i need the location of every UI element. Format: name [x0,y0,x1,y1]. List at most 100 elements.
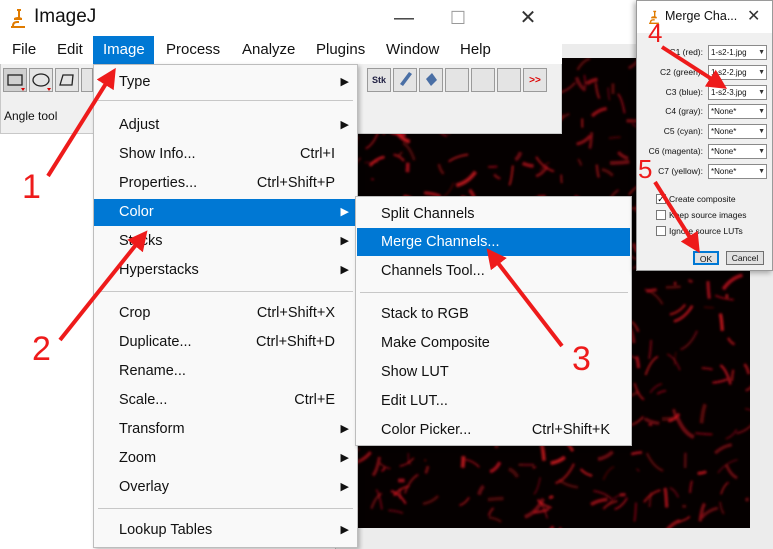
menu-item-crop[interactable]: Crop Ctrl+Shift+X [94,300,357,327]
channel-select-c1[interactable]: 1-s2-1.jpg ▼ [708,45,767,60]
image-texture-stroke [617,93,626,114]
image-texture-stroke [730,369,735,382]
image-texture-stroke [590,106,608,118]
menu-divider [98,100,353,101]
ok-button[interactable]: OK [693,251,719,265]
image-texture-stroke [663,487,669,508]
image-texture-stroke [371,456,382,477]
image-texture-stroke [583,74,587,88]
create-composite-checkbox[interactable]: ✓ [656,194,666,204]
menu-item-rename[interactable]: Rename... [94,358,357,385]
menu-item-hyperstacks[interactable]: Hyperstacks ▶ [94,257,357,284]
oval-tool[interactable] [29,68,53,92]
menu-item-split-channels[interactable]: Split Channels [357,200,630,228]
image-texture-stroke [644,355,659,376]
image-texture-stroke [602,499,618,510]
polygon-tool[interactable] [55,68,79,92]
image-texture-stroke [397,151,404,157]
image-texture-stroke [593,490,613,500]
close-icon[interactable]: ✕ [747,6,760,26]
keep-source-images-checkbox[interactable] [656,210,666,220]
ignore-source-luts-checkbox[interactable] [656,226,666,236]
close-button[interactable]: ✕ [505,4,551,32]
image-texture-stroke [607,87,611,101]
image-texture-stroke [532,466,537,469]
color-submenu: Split Channels Merge Channels... Channel… [355,196,632,446]
menu-file[interactable]: File [4,36,44,64]
more-tools-button[interactable]: >> [523,68,547,92]
channel-select-c7[interactable]: *None* ▼ [708,164,767,179]
menu-item-duplicate[interactable]: Duplicate... Ctrl+Shift+D [94,329,357,356]
menu-item-adjust[interactable]: Adjust ▶ [94,112,357,139]
menu-process[interactable]: Process [158,36,228,64]
image-texture-stroke [680,330,699,351]
freehand-tool[interactable] [81,68,93,92]
menu-item-scale[interactable]: Scale... Ctrl+E [94,387,357,414]
app-title: ImageJ [34,6,97,27]
menu-item-zoom[interactable]: Zoom ▶ [94,445,357,472]
menu-analyze[interactable]: Analyze [234,36,303,64]
image-texture-stroke [576,58,591,71]
menu-item-transform[interactable]: Transform ▶ [94,416,357,443]
image-texture-stroke [643,489,661,503]
menu-divider [360,292,628,293]
image-texture-stroke [688,480,694,494]
menu-image[interactable]: Image [93,36,154,64]
menu-item-stack-to-rgb[interactable]: Stack to RGB [357,300,630,328]
channel-label-c5: C5 (cyan): [663,126,703,136]
image-texture-stroke [645,452,664,472]
annotation-step-5: 5 [638,154,653,184]
channel-select-c2[interactable]: 1-s2-2.jpg ▼ [708,65,767,80]
menu-item-properties[interactable]: Properties... Ctrl+Shift+P [94,170,357,197]
menu-divider [98,291,353,292]
menu-item-edit-lut[interactable]: Edit LUT... [357,387,630,415]
chevron-down-icon: ▼ [758,49,765,56]
image-texture-stroke [487,496,504,502]
menu-item-color[interactable]: Color ▶ [94,199,357,226]
image-texture-stroke [590,497,608,507]
microscope-icon [8,7,28,29]
rectangle-tool[interactable] [3,68,27,92]
image-texture-stroke [422,494,440,506]
ignore-source-luts-label: Ignore source LUTs [669,226,743,236]
menu-item-type[interactable]: Type ▶ [94,69,357,96]
menu-item-merge-channels[interactable]: Merge Channels... [357,228,630,256]
image-texture-stroke [550,455,567,466]
tool-slot-3[interactable] [497,68,521,92]
image-texture-stroke [399,457,415,467]
image-texture-stroke [721,273,743,291]
image-texture-stroke [597,450,614,462]
stack-tool[interactable]: Stk [367,68,391,92]
channel-select-c4[interactable]: *None* ▼ [708,104,767,119]
menu-item-show-info[interactable]: Show Info... Ctrl+I [94,141,357,168]
image-texture-stroke [609,159,630,165]
menu-edit[interactable]: Edit [49,36,91,64]
channel-select-c5[interactable]: *None* ▼ [708,124,767,139]
flood-fill-tool[interactable] [419,68,443,92]
maximize-button[interactable]: ☐ [435,4,481,32]
channel-select-c6[interactable]: *None* ▼ [708,144,767,159]
cancel-button[interactable]: Cancel [726,251,764,265]
menu-item-channels-tool[interactable]: Channels Tool... [357,257,630,285]
bucket-icon [426,73,437,86]
tool-slot-1[interactable] [445,68,469,92]
menu-item-color-picker[interactable]: Color Picker... Ctrl+Shift+K [357,416,630,444]
image-texture-stroke [726,337,736,346]
menu-help[interactable]: Help [452,36,499,64]
menu-item-lookup-tables[interactable]: Lookup Tables ▶ [94,517,357,544]
image-texture-stroke [381,467,386,472]
menu-window[interactable]: Window [378,36,447,64]
minimize-button[interactable]: — [381,4,427,32]
tool-slot-2[interactable] [471,68,495,92]
menu-item-overlay[interactable]: Overlay ▶ [94,474,357,501]
image-texture-stroke [403,473,419,494]
channel-select-c3[interactable]: 1-s2-3.jpg ▼ [708,85,767,100]
image-texture-stroke [574,76,587,92]
more-tools-icon: >> [529,75,541,86]
brush-tool[interactable] [393,68,417,92]
image-texture-stroke [744,408,750,411]
menu-item-stacks[interactable]: Stacks ▶ [94,228,357,255]
brush-icon [400,72,412,86]
menu-plugins[interactable]: Plugins [308,36,373,64]
chevron-down-icon: ▼ [758,89,765,96]
